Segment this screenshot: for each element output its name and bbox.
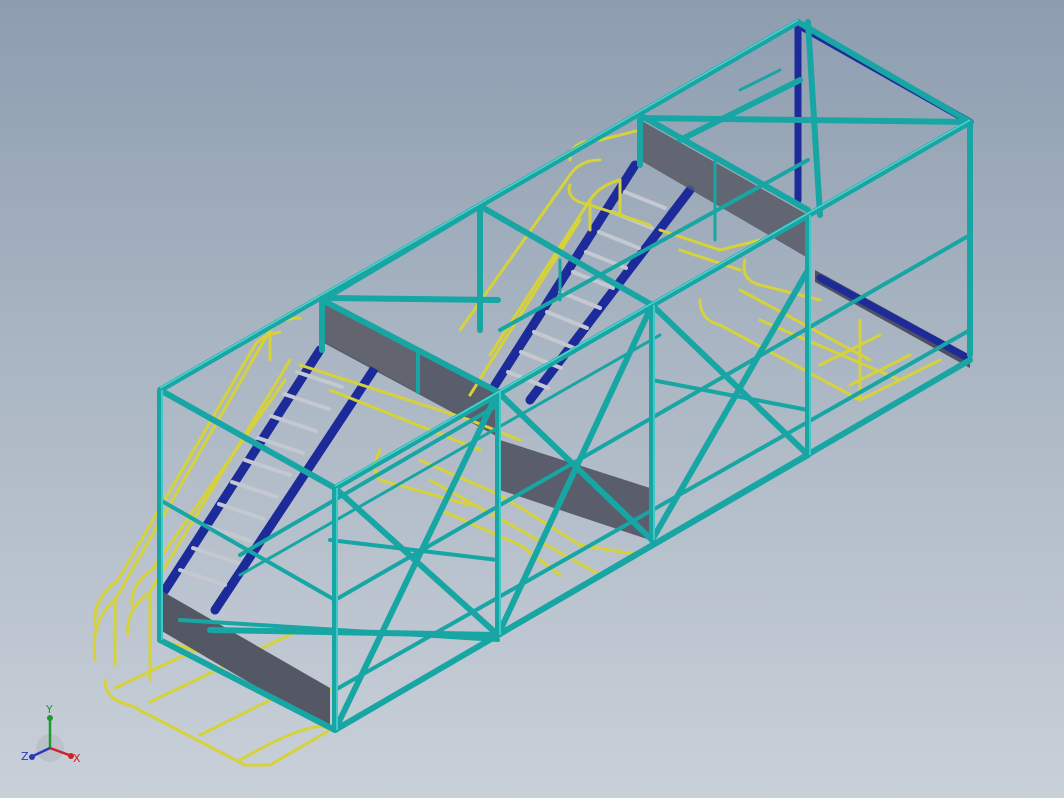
z-axis-label: Z: [21, 750, 29, 763]
3d-model-viewport[interactable]: [0, 0, 1064, 798]
back-kickplates: [322, 120, 970, 540]
axis-triad: Y X Z: [21, 704, 81, 765]
y-axis-label: Y: [45, 704, 53, 716]
stair-tower-model: [92, 19, 974, 767]
x-axis-label: X: [73, 752, 81, 765]
z-axis-tip-icon: [29, 754, 35, 760]
